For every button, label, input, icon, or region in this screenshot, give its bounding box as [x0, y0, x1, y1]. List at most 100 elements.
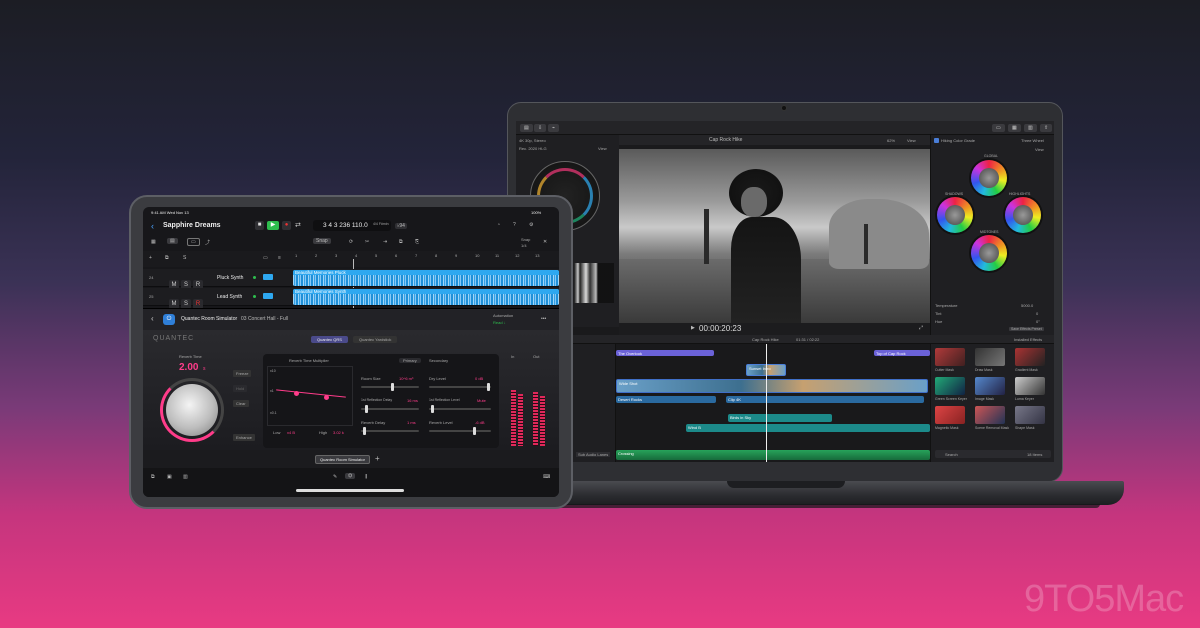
inspector-mode[interactable]: Three Wheel [1021, 138, 1044, 143]
library-button[interactable]: ▤ [520, 124, 533, 132]
eq-icon[interactable]: ⫼ [365, 474, 367, 480]
control-value[interactable]: 16 ms [407, 398, 418, 403]
plugin-name[interactable]: Quantec Room Simulator [181, 316, 237, 322]
reverb-time-value[interactable]: 2.00 [179, 362, 198, 373]
freeze-button[interactable]: Freeze [233, 370, 252, 377]
project-name[interactable]: Sapphire Dreams [163, 222, 221, 229]
room-size-slider[interactable] [361, 383, 419, 391]
reverb-level-slider[interactable] [429, 427, 491, 435]
effect-checkbox[interactable] [934, 138, 939, 143]
effect-thumbnail[interactable] [1015, 348, 1045, 366]
play-button[interactable]: ▶ [691, 325, 695, 331]
midtones-color-wheel[interactable] [971, 235, 1007, 271]
effect-thumbnail[interactable] [975, 377, 1005, 395]
shadows-color-wheel[interactable] [937, 197, 973, 233]
timeline-name[interactable]: Cap Rock Hike [752, 337, 779, 342]
power-icon[interactable]: ⏻ [163, 314, 175, 325]
effect-thumbnail[interactable] [935, 406, 965, 424]
dry-level-slider[interactable] [429, 383, 491, 391]
layout-button[interactable]: ▭ [992, 124, 1005, 132]
param-value[interactable]: 0 [1036, 311, 1038, 316]
playhead[interactable] [766, 344, 767, 462]
duplicate-track-icon[interactable]: ⧉ [165, 255, 169, 261]
solo-header[interactable]: S [183, 255, 186, 261]
clear-button[interactable]: Clear [233, 400, 249, 407]
effect-thumbnail[interactable] [975, 348, 1005, 366]
paste-icon[interactable]: ⎘ [415, 239, 419, 245]
save-effects-preset-button[interactable]: Save Effects Preset [1009, 327, 1044, 331]
sub-audio-lanes-toggle[interactable]: Sub Audio Lanes [576, 452, 611, 457]
loops-icon[interactable]: ▣ [167, 474, 172, 480]
settings-icon[interactable]: ⚙ [529, 222, 533, 228]
first-reflection-level-slider[interactable] [429, 405, 491, 413]
inspector-toggle[interactable]: ▥ [1024, 124, 1037, 132]
loop-region-icon[interactable]: ⟳ [349, 239, 353, 245]
grid-view-icon[interactable]: ▦ [151, 239, 156, 245]
plugins-view-button[interactable]: ▭ [187, 238, 200, 246]
track-name[interactable]: Lead Synth [217, 294, 242, 300]
stop-button[interactable]: ■ [255, 221, 264, 230]
fullscreen-icon[interactable]: ⤢ [919, 325, 923, 331]
record-button[interactable]: ● [282, 221, 291, 230]
high-handle[interactable] [324, 395, 329, 400]
plugin-preset[interactable]: 03 Concert Hall - Full [241, 316, 288, 322]
audio-clip[interactable]: Birds in Sky [728, 414, 832, 422]
control-value[interactable]: 1 ms [407, 420, 416, 425]
effect-thumbnail[interactable] [935, 377, 965, 395]
control-value[interactable]: Mute [477, 398, 486, 403]
rt-multiplier-graph[interactable]: x10 x1 x0.1 [267, 366, 353, 426]
inspector-effect-name[interactable]: Hiking Color Grade [941, 138, 975, 143]
snap-button[interactable]: Snap [313, 238, 331, 244]
close-icon[interactable]: ✕ [543, 239, 547, 245]
track-row[interactable]: 25 MSR Lead Synth Beautiful Memories Syn… [143, 288, 559, 309]
param-value[interactable]: 5000.0 [1021, 303, 1033, 308]
browser-toggle[interactable]: ▦ [1008, 124, 1021, 132]
effect-thumbnail[interactable] [1015, 377, 1045, 395]
effect-thumbnail[interactable] [935, 348, 965, 366]
menu-icon[interactable]: ≡ [278, 255, 281, 261]
copy-icon[interactable]: ⧉ [399, 239, 403, 245]
lcd-display[interactable]: 3 4 3 236 110.0 4/4 F#min [313, 220, 391, 231]
secondary-pill[interactable]: Secondary [429, 358, 448, 363]
primary-storyline[interactable]: Wide Shot [616, 379, 928, 393]
track-name[interactable]: Pluck Synth [217, 275, 243, 281]
tracks-view-button[interactable]: ▤ [167, 238, 178, 244]
plugin-slot[interactable]: Quantec Room Simulator [315, 455, 370, 464]
audio-clip[interactable]: Clip 4K [726, 396, 924, 403]
audio-clip[interactable]: Desert Rocks [616, 396, 716, 403]
add-track-icon[interactable]: + [149, 255, 152, 261]
control-value[interactable]: 10^6 m³ [399, 376, 413, 381]
ruler[interactable]: 1 2 3 4 5 6 7 8 9 10 11 12 13 [293, 251, 559, 313]
automation-mode[interactable]: Read ↓ [493, 320, 506, 325]
keyword-button[interactable]: ⌁ [548, 124, 560, 132]
more-options-icon[interactable]: ••• [541, 316, 546, 322]
keyboard-icon[interactable]: ⌨ [543, 474, 550, 480]
hold-button[interactable]: Hold [233, 385, 248, 392]
title-clip[interactable]: Top of Cap Rock [874, 350, 930, 356]
play-button[interactable]: ▶ [267, 221, 279, 230]
share-icon[interactable]: ⇧ [1040, 124, 1053, 132]
viewer-view-menu[interactable]: View [907, 138, 916, 143]
low-value[interactable]: x4 B [287, 430, 295, 435]
cycle-icon[interactable]: ⇄ [295, 221, 301, 229]
first-reflection-delay-slider[interactable] [361, 405, 419, 413]
automation-icon[interactable]: ⤴ [205, 239, 210, 246]
library-icon[interactable]: ⧉ [151, 474, 155, 480]
audio-clip[interactable]: Wind B [686, 424, 930, 432]
home-indicator[interactable] [296, 489, 404, 492]
music-clip[interactable]: Crossing [616, 450, 930, 460]
tab-quantec-yardstick[interactable]: Quantec Yardstick [353, 336, 398, 343]
reverb-delay-slider[interactable] [361, 427, 419, 435]
global-tracks-icon[interactable]: ▭ [263, 255, 268, 261]
low-handle[interactable] [294, 391, 299, 396]
high-value[interactable]: 3.02 k [333, 430, 344, 435]
join-icon[interactable]: ⇥ [383, 239, 387, 245]
inspector-view-menu[interactable]: View [1035, 147, 1044, 152]
effect-thumbnail[interactable] [975, 406, 1005, 424]
help-icon[interactable]: ? [513, 222, 516, 228]
effects-search-field[interactable]: Search 18 Items [935, 450, 1051, 458]
zoom-level[interactable]: 62% [887, 138, 895, 143]
import-button[interactable]: ⇩ [534, 124, 547, 132]
audio-region[interactable]: Beautiful Memories Synth [293, 289, 559, 305]
effect-thumbnail[interactable] [1015, 406, 1045, 424]
